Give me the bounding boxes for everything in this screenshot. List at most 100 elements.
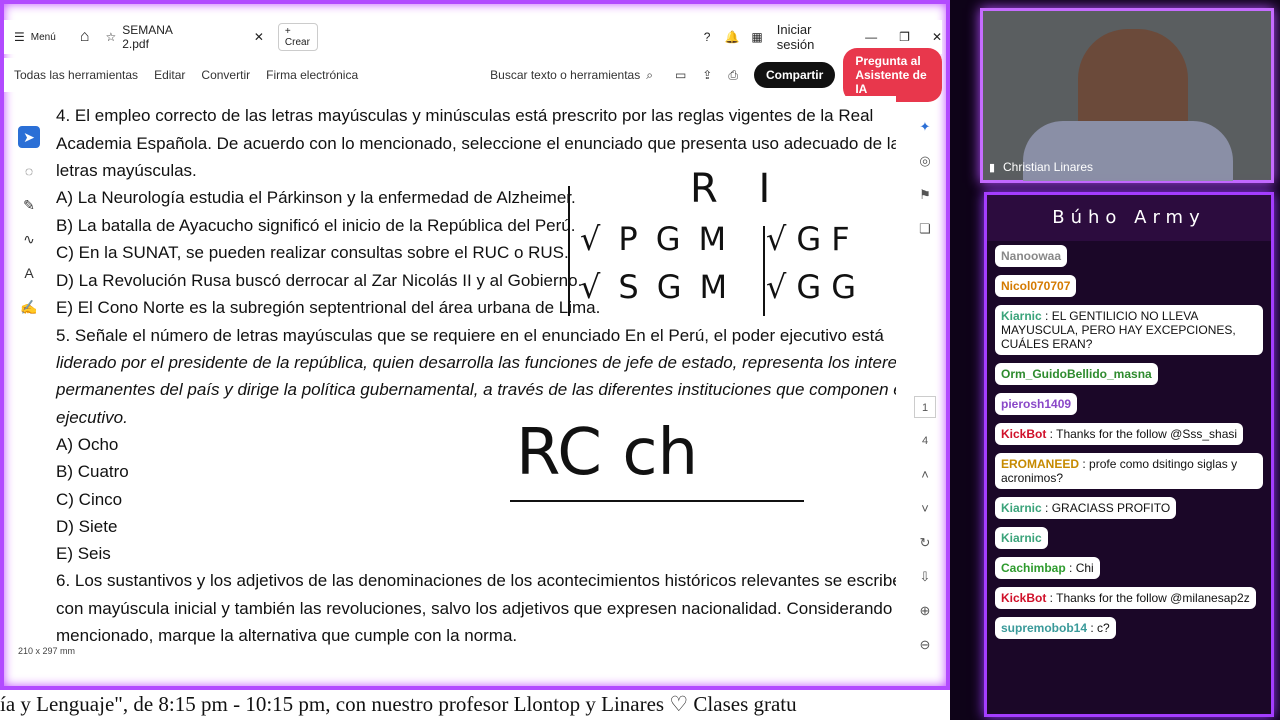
highlight-icon[interactable]: ✎ — [18, 194, 40, 216]
tool-convert[interactable]: Convertir — [201, 68, 250, 82]
handwriting-divider — [568, 186, 570, 316]
question-4-line-2: Academia Española. De acuerdo con lo men… — [56, 134, 896, 153]
chat-text: : Chi — [1065, 561, 1094, 575]
chat-username[interactable]: KickBot — [1001, 591, 1046, 605]
chat-username[interactable]: KickBot — [1001, 427, 1046, 441]
chat-bubble: KickBot : Thanks for the follow @milanes… — [995, 587, 1256, 609]
chat-message: Orm_GuidoBellido_masna — [987, 359, 1271, 389]
chat-bubble: Kiarnic : EL GENTILICIO NO LLEVA MAYUSCU… — [995, 305, 1263, 355]
refresh-icon[interactable]: ↻ — [914, 532, 936, 554]
bell-icon[interactable]: 🔔 — [724, 30, 739, 44]
status-bar: 210 x 297 mm — [4, 646, 942, 662]
option-5e: E) Seis — [56, 544, 111, 563]
title-bar: ☰ Menú ⌂ ☆ SEMANA 2.pdf ✕ + Crear ? 🔔 ▦ … — [4, 20, 942, 54]
chat-text: : GRACIASS PROFITO — [1041, 501, 1171, 515]
chat-bubble: Kiarnic — [995, 527, 1048, 549]
chat-username[interactable]: EROMANEED — [1001, 457, 1079, 471]
comments-icon[interactable]: ◎ — [914, 150, 936, 172]
chat-message: KickBot : Thanks for the follow @milanes… — [987, 583, 1271, 613]
search-tools[interactable]: Buscar texto o herramientas — [490, 68, 640, 82]
option-4c: C) En la SUNAT, se pueden realizar consu… — [56, 243, 569, 262]
home-icon[interactable]: ⌂ — [80, 28, 90, 46]
handwriting-divider-2 — [763, 226, 765, 316]
chat-bubble: supremobob14 : c? — [995, 617, 1116, 639]
sign-icon[interactable]: ✍ — [18, 296, 40, 318]
tool-all-tools[interactable]: Todas las herramientas — [14, 68, 138, 82]
webcam-overlay: ▮ Christian Linares — [980, 8, 1274, 183]
print-icon[interactable]: ⎙ — [728, 68, 738, 83]
right-sidebar: ✦ ◎ ⚑ ❏ 1 4 ˄ ˅ ↻ ⇩ ⊕ ⊖ — [908, 110, 942, 662]
share-button[interactable]: Compartir — [753, 62, 836, 88]
tools-toolbar: Todas las herramientas Editar Convertir … — [4, 48, 942, 102]
chat-username[interactable]: Orm_GuidoBellido_masna — [1001, 367, 1152, 381]
page-number-current[interactable]: 1 — [914, 396, 936, 418]
option-4a: A) La Neurología estudia el Párkinson y … — [56, 188, 576, 207]
apps-icon[interactable]: ▦ — [751, 30, 762, 44]
chat-bubble: Nicol070707 — [995, 275, 1077, 297]
chat-message: pierosh1409 — [987, 389, 1271, 419]
handwriting-gf: √GF — [766, 220, 860, 258]
star-icon[interactable]: ☆ — [105, 30, 116, 44]
create-button[interactable]: + Crear — [277, 23, 318, 51]
save-page-icon[interactable]: ⇩ — [914, 566, 936, 588]
signin-button[interactable]: Iniciar sesión — [777, 22, 835, 52]
text-box-icon[interactable]: A — [18, 262, 40, 284]
pages-icon[interactable]: ❏ — [914, 218, 936, 240]
draw-icon[interactable]: ∿ — [18, 228, 40, 250]
presenter-name: Christian Linares — [1003, 160, 1094, 174]
handwriting-sgm: √SGM — [580, 268, 746, 306]
upload-icon[interactable]: ⇪ — [702, 68, 712, 82]
page-down-icon[interactable]: ˅ — [914, 498, 936, 520]
close-tab-icon[interactable]: ✕ — [254, 30, 264, 44]
tool-edit[interactable]: Editar — [154, 68, 185, 82]
chat-bubble: Kiarnic : GRACIASS PROFITO — [995, 497, 1177, 519]
tool-esign[interactable]: Firma electrónica — [266, 68, 358, 82]
search-icon[interactable]: ⌕ — [646, 68, 653, 83]
chat-text: : Thanks for the follow @milanesap2z — [1046, 591, 1250, 605]
question-6-line-2: con mayúscula inicial y también las revo… — [56, 599, 896, 618]
chat-bubble: EROMANEED : profe como dsitingo siglas y… — [995, 453, 1263, 489]
chat-message: Nicol070707 — [987, 271, 1271, 301]
chat-username[interactable]: Nicol070707 — [1001, 279, 1070, 293]
window-close-icon[interactable]: ✕ — [932, 30, 942, 44]
chat-message: Kiarnic : GRACIASS PROFITO — [987, 493, 1271, 523]
page-up-icon[interactable]: ˄ — [914, 464, 936, 486]
restore-icon[interactable]: ❐ — [899, 30, 910, 44]
question-6-line-3: mencionado, marque la alternativa que cu… — [56, 626, 518, 645]
page-number-total: 4 — [921, 435, 929, 447]
question-5-line-3: permanentes del país y dirige la polític… — [56, 380, 896, 399]
question-4-line-3: letras mayúsculas. — [56, 161, 197, 180]
chat-bubble: Cachimbap : Chi — [995, 557, 1100, 579]
chat-username[interactable]: Kiarnic — [1001, 501, 1042, 515]
ai-assistant-button[interactable]: Pregunta al Asistente de IA — [843, 48, 942, 102]
save-icon[interactable]: ▭ — [675, 68, 686, 82]
chat-bubble: pierosh1409 — [995, 393, 1078, 415]
option-5d: D) Siete — [56, 517, 118, 536]
document-tab[interactable]: SEMANA 2.pdf — [122, 23, 184, 51]
chat-message: Cachimbap : Chi — [987, 553, 1271, 583]
chat-username[interactable]: Kiarnic — [1001, 309, 1042, 323]
minimize-icon[interactable]: — — [865, 30, 877, 44]
pdf-page: 4. El empleo correcto de las letras mayú… — [48, 96, 896, 646]
handwriting-gg: √GG — [766, 268, 866, 306]
ai-summary-icon[interactable]: ✦ — [914, 116, 936, 138]
select-cursor-icon[interactable]: ➤ — [18, 126, 40, 148]
menu-icon[interactable]: ☰ — [14, 30, 25, 44]
signal-icon: ▮ — [989, 162, 996, 174]
chat-panel: Búho Army Nanoowaa Nicol070707 Kiarnic : E… — [984, 192, 1274, 717]
chat-username[interactable]: Cachimbap — [1001, 561, 1066, 575]
help-icon[interactable]: ? — [704, 30, 711, 44]
handwriting-ri: R I — [690, 166, 785, 212]
option-4d: D) La Revolución Rusa buscó derrocar al … — [56, 271, 583, 290]
comment-icon[interactable]: ◌ — [18, 160, 40, 182]
chat-username[interactable]: Kiarnic — [1001, 531, 1042, 545]
chat-message: Kiarnic — [987, 523, 1271, 553]
chat-username[interactable]: Nanoowaa — [1001, 249, 1061, 263]
option-5b: B) Cuatro — [56, 462, 129, 481]
chat-username[interactable]: supremobob14 — [1001, 621, 1087, 635]
bookmarks-icon[interactable]: ⚑ — [914, 184, 936, 206]
chat-username[interactable]: pierosh1409 — [1001, 397, 1071, 411]
option-4b: B) La batalla de Ayacucho significó el i… — [56, 216, 576, 235]
menu-label[interactable]: Menú — [31, 32, 56, 43]
zoom-in-icon[interactable]: ⊕ — [914, 600, 936, 622]
